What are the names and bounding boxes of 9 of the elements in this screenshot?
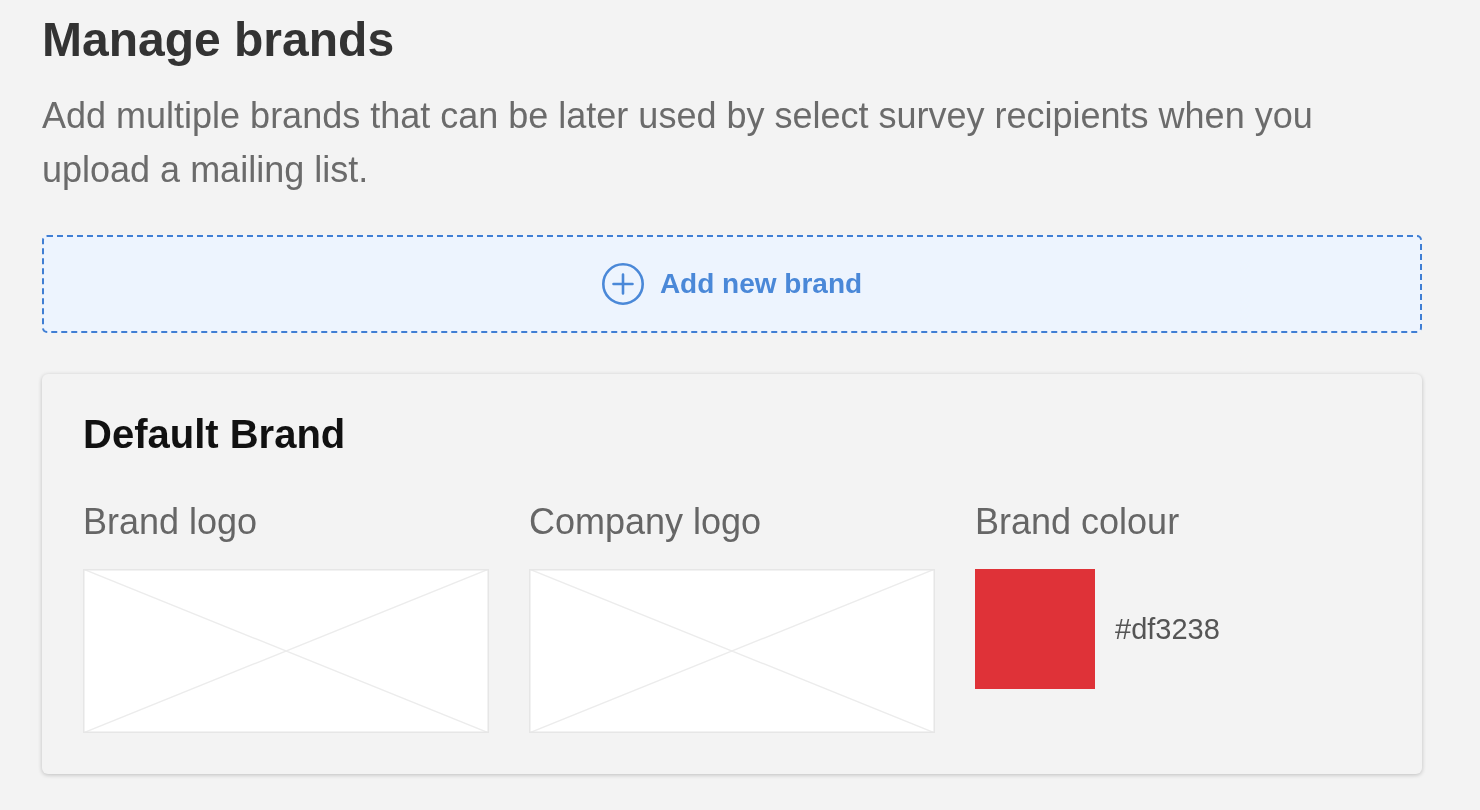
- field-label: Company logo: [529, 500, 762, 543]
- page-description: Add multiple brands that can be later used by select survey recipients when you upload a mailing list.: [42, 94, 1314, 192]
- brand-name: Default Brand: [83, 411, 346, 458]
- field-label: Brand logo: [83, 500, 258, 543]
- field-label: Brand colour: [975, 500, 1180, 543]
- hex-code: #df3238: [1115, 612, 1220, 646]
- add-brand-button[interactable]: Add new brand: [42, 235, 1422, 333]
- page-title: Manage brands: [42, 12, 395, 67]
- plus-circle-icon: [601, 263, 644, 305]
